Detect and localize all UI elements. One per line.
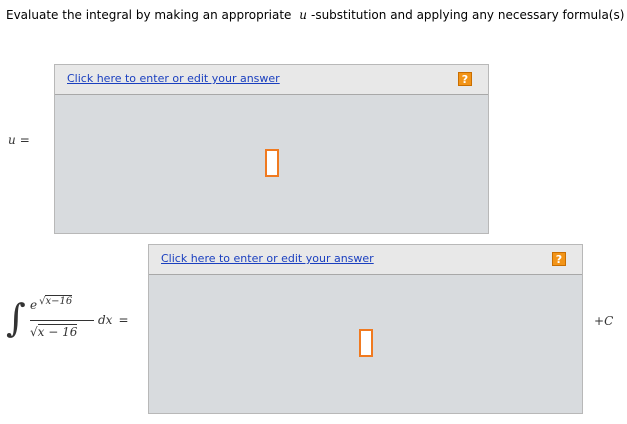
denominator-radicand: x − 16: [37, 324, 78, 339]
integral-expression: ∫ e √x−16 √x − 16 dx =: [6, 295, 146, 356]
answer-panel-toolbar: Click here to enter or edit your answer …: [149, 245, 582, 275]
dx: dx: [98, 313, 113, 327]
answer-panel-u: Click here to enter or edit your answer …: [54, 64, 489, 234]
constant-c: C: [604, 314, 614, 328]
prompt-text-after: -substitution and applying any necessary…: [310, 8, 625, 22]
exponent-radicand: x−16: [45, 295, 73, 307]
help-icon[interactable]: ?: [458, 72, 472, 86]
plus-sign: +: [594, 314, 605, 328]
help-icon[interactable]: ?: [552, 252, 566, 266]
plus-constant: +C: [594, 314, 613, 328]
prompt-text-before: Evaluate the integral by making an appro…: [6, 8, 292, 22]
sqrt-symbol: √: [30, 325, 38, 339]
edit-answer-link[interactable]: Click here to enter or edit your answer: [67, 72, 280, 85]
u-variable: u: [8, 133, 16, 147]
edit-answer-link[interactable]: Click here to enter or edit your answer: [161, 252, 374, 265]
answer-input-box[interactable]: [265, 149, 279, 177]
integral-sign: ∫: [6, 296, 26, 340]
exponent: √x−16: [39, 295, 73, 307]
equals-sign: =: [19, 133, 30, 147]
differential: dx =: [98, 313, 129, 327]
base-e: e: [30, 298, 38, 312]
equals-sign: =: [118, 313, 129, 327]
integrand-numerator: e √x−16: [30, 295, 73, 312]
answer-panel-integral: Click here to enter or edit your answer …: [148, 244, 583, 414]
answer-panel-toolbar: Click here to enter or edit your answer …: [55, 65, 488, 95]
prompt-variable: u: [299, 8, 307, 22]
u-equals-label: u =: [8, 133, 30, 147]
answer-input-box[interactable]: [359, 329, 373, 357]
problem-prompt: Evaluate the integral by making an appro…: [6, 8, 624, 22]
fraction-bar: [30, 320, 94, 321]
integrand-denominator: √x − 16: [30, 324, 78, 339]
